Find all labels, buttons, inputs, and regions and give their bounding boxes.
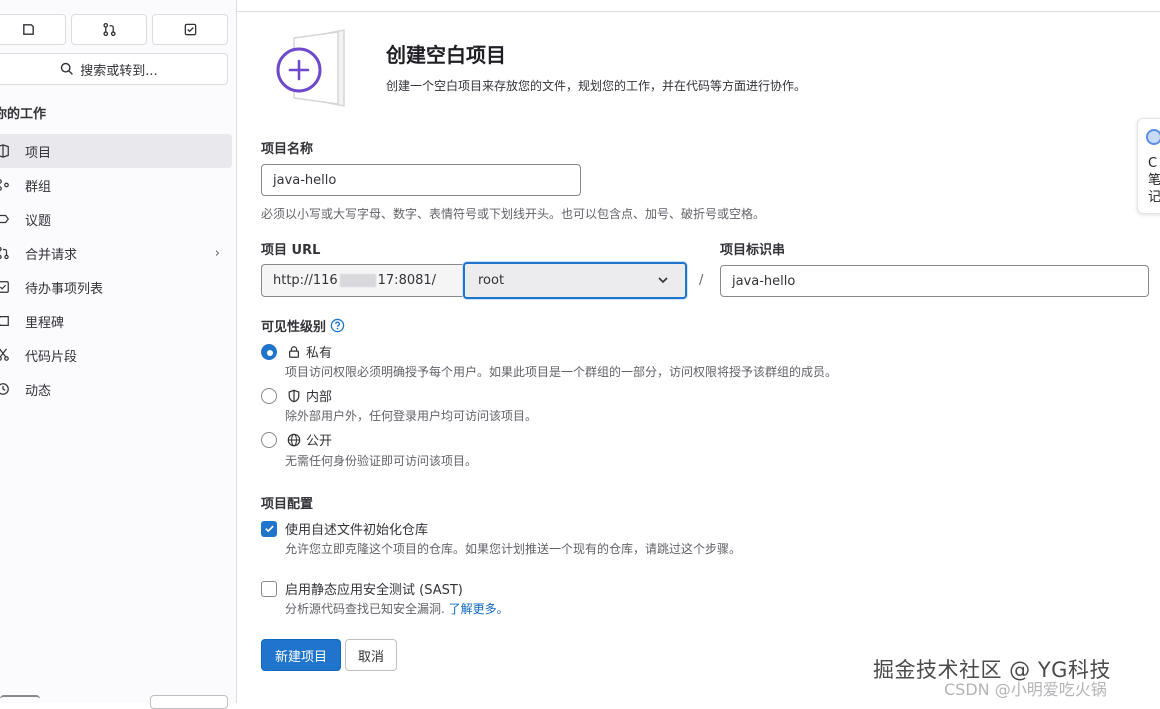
page-title: 创建空白项目 (386, 43, 506, 67)
todos-shortcut-button[interactable] (152, 14, 228, 45)
shield-icon (287, 389, 301, 403)
visibility-option-label: 内部 (306, 390, 333, 405)
project-name-input[interactable]: java-hello (261, 164, 581, 196)
sidebar-item-todos[interactable]: 待办事项列表 (0, 270, 232, 304)
sidebar-item-label: 动态 (25, 383, 52, 399)
sast-option[interactable]: 启用静态应用安全测试 (SAST) (261, 579, 463, 598)
namespace-value: root (478, 273, 505, 288)
sidebar-item-label: 群组 (25, 179, 52, 195)
sidebar-top-tabs (0, 14, 228, 45)
chevron-down-icon (658, 277, 668, 284)
todo-icon (0, 279, 12, 295)
merge-request-icon (102, 22, 116, 37)
sidebar-item-label: 合并请求 (25, 247, 78, 263)
project-url-label: 项目 URL (261, 239, 320, 258)
visibility-option-desc: 无需任何身份验证即可访问该项目。 (285, 454, 478, 468)
notes-widget-text: C笔记 (1148, 156, 1160, 205)
sidebar-item-label: 里程碑 (25, 315, 65, 331)
namespace-select[interactable]: root (463, 262, 687, 299)
watermark-csdn: CSDN @小明爱吃火锅 (944, 680, 1107, 699)
merge-request-icon (0, 245, 12, 261)
visibility-option-private[interactable]: 私有 (261, 342, 332, 361)
readme-checkbox[interactable] (261, 520, 277, 537)
sidebar-item-label: 代码片段 (25, 349, 78, 365)
milestone-icon (0, 313, 12, 329)
sidebar-item-groups[interactable]: 群组 (0, 168, 232, 202)
sidebar-item-label: 项目 (25, 145, 52, 161)
project-slug-label: 项目标识串 (720, 243, 786, 258)
project-url-label-text: 项目 URL (261, 243, 321, 258)
radio-internal[interactable] (261, 387, 277, 404)
issues-icon (0, 211, 12, 227)
learn-more-link[interactable]: 了解更多。 (449, 602, 509, 616)
group-icon (0, 177, 12, 193)
sast-label: 启用静态应用安全测试 (SAST) (285, 583, 463, 598)
readme-label: 使用自述文件初始化仓库 (285, 523, 429, 538)
project-name-label: 项目名称 (261, 142, 314, 157)
activity-icon (0, 381, 12, 397)
sidebar-item-activity[interactable]: 动态 (0, 372, 232, 406)
project-url-prefix: http://116 17:8081/ (261, 264, 464, 297)
help-question-icon[interactable] (330, 318, 345, 333)
url-prefix-end: 17:8081/ (377, 273, 437, 288)
search-button[interactable]: 搜索或转到... (0, 53, 228, 85)
visibility-option-public[interactable]: 公开 (261, 430, 332, 449)
readme-option[interactable]: 使用自述文件初始化仓库 (261, 519, 428, 538)
create-project-button[interactable]: 新建项目 (261, 639, 341, 671)
floating-notes-widget[interactable]: C笔记 (1137, 118, 1160, 214)
url-prefix-start: http://116 (273, 273, 338, 288)
sidebar-section-heading: 你的工作 (0, 107, 47, 122)
visibility-label-text: 可见性级别 (261, 320, 327, 335)
sidebar-item-merge-requests[interactable]: 合并请求 › (0, 236, 232, 270)
project-slug-input[interactable]: java-hello (720, 265, 1149, 297)
collapse-sidebar-button[interactable] (150, 695, 228, 709)
sast-desc-row: 分析源代码查找已知安全漏洞. 了解更多。 (285, 600, 509, 617)
readme-desc: 允许您立即克隆这个项目的仓库。如果您计划推送一个现有的仓库，请跳过这个步骤。 (285, 542, 742, 556)
help-button[interactable] (0, 695, 40, 705)
page-description: 创建一个空白项目来存放您的文件，规划您的工作，并在代码等方面进行协作。 (386, 79, 807, 93)
visibility-label: 可见性级别 (261, 316, 345, 335)
lock-icon (287, 345, 301, 359)
sidebar-item-issues[interactable]: 议题 (0, 202, 232, 236)
merge-requests-shortcut-button[interactable] (71, 14, 147, 45)
sidebar-item-label: 议题 (25, 213, 52, 229)
redacted-ip-mask (339, 274, 376, 287)
sidebar-item-snippets[interactable]: 代码片段 (0, 338, 232, 372)
visibility-option-desc: 除外部用户外，任何登录用户均可访问该项目。 (285, 409, 538, 423)
radio-private[interactable] (261, 343, 277, 360)
url-separator: / (699, 273, 704, 288)
check-icon (264, 525, 274, 533)
sidebar-item-milestones[interactable]: 里程碑 (0, 304, 232, 338)
project-icon (0, 143, 12, 159)
sast-desc: 分析源代码查找已知安全漏洞. (285, 602, 445, 616)
visibility-option-label: 私有 (306, 346, 333, 361)
radio-public[interactable] (261, 431, 277, 448)
project-config-label: 项目配置 (261, 497, 314, 512)
blank-project-illustration-icon (276, 29, 345, 107)
issues-shortcut-button[interactable] (0, 14, 66, 45)
todo-icon (184, 23, 196, 36)
globe-icon (287, 433, 301, 447)
search-icon (61, 62, 74, 75)
sidebar-item-projects[interactable]: 项目 (0, 134, 232, 168)
cancel-button[interactable]: 取消 (345, 639, 397, 671)
search-label: 搜索或转到... (80, 63, 158, 79)
issues-icon (22, 24, 34, 35)
sidebar: 搜索或转到... 你的工作 项目 群组 议题 合并请求 › 待办事项列表 里程碑 (0, 0, 237, 709)
top-divider (237, 11, 1160, 12)
sidebar-item-label: 待办事项列表 (25, 281, 104, 297)
snippet-icon (0, 347, 12, 363)
sast-checkbox[interactable] (261, 580, 277, 597)
notes-widget-icon (1146, 129, 1160, 145)
visibility-option-desc: 项目访问权限必须明确授予每个用户。如果此项目是一个群组的一部分，访问权限将授予该… (285, 365, 838, 379)
visibility-option-internal[interactable]: 内部 (261, 386, 332, 405)
project-name-help: 必须以小写或大写字母、数字、表情符号或下划线开头。也可以包含点、加号、破折号或空… (261, 207, 766, 221)
visibility-option-label: 公开 (306, 434, 333, 449)
sidebar-nav: 项目 群组 议题 合并请求 › 待办事项列表 里程碑 代码片段 动态 (0, 134, 232, 406)
chevron-right-icon: › (214, 245, 220, 261)
